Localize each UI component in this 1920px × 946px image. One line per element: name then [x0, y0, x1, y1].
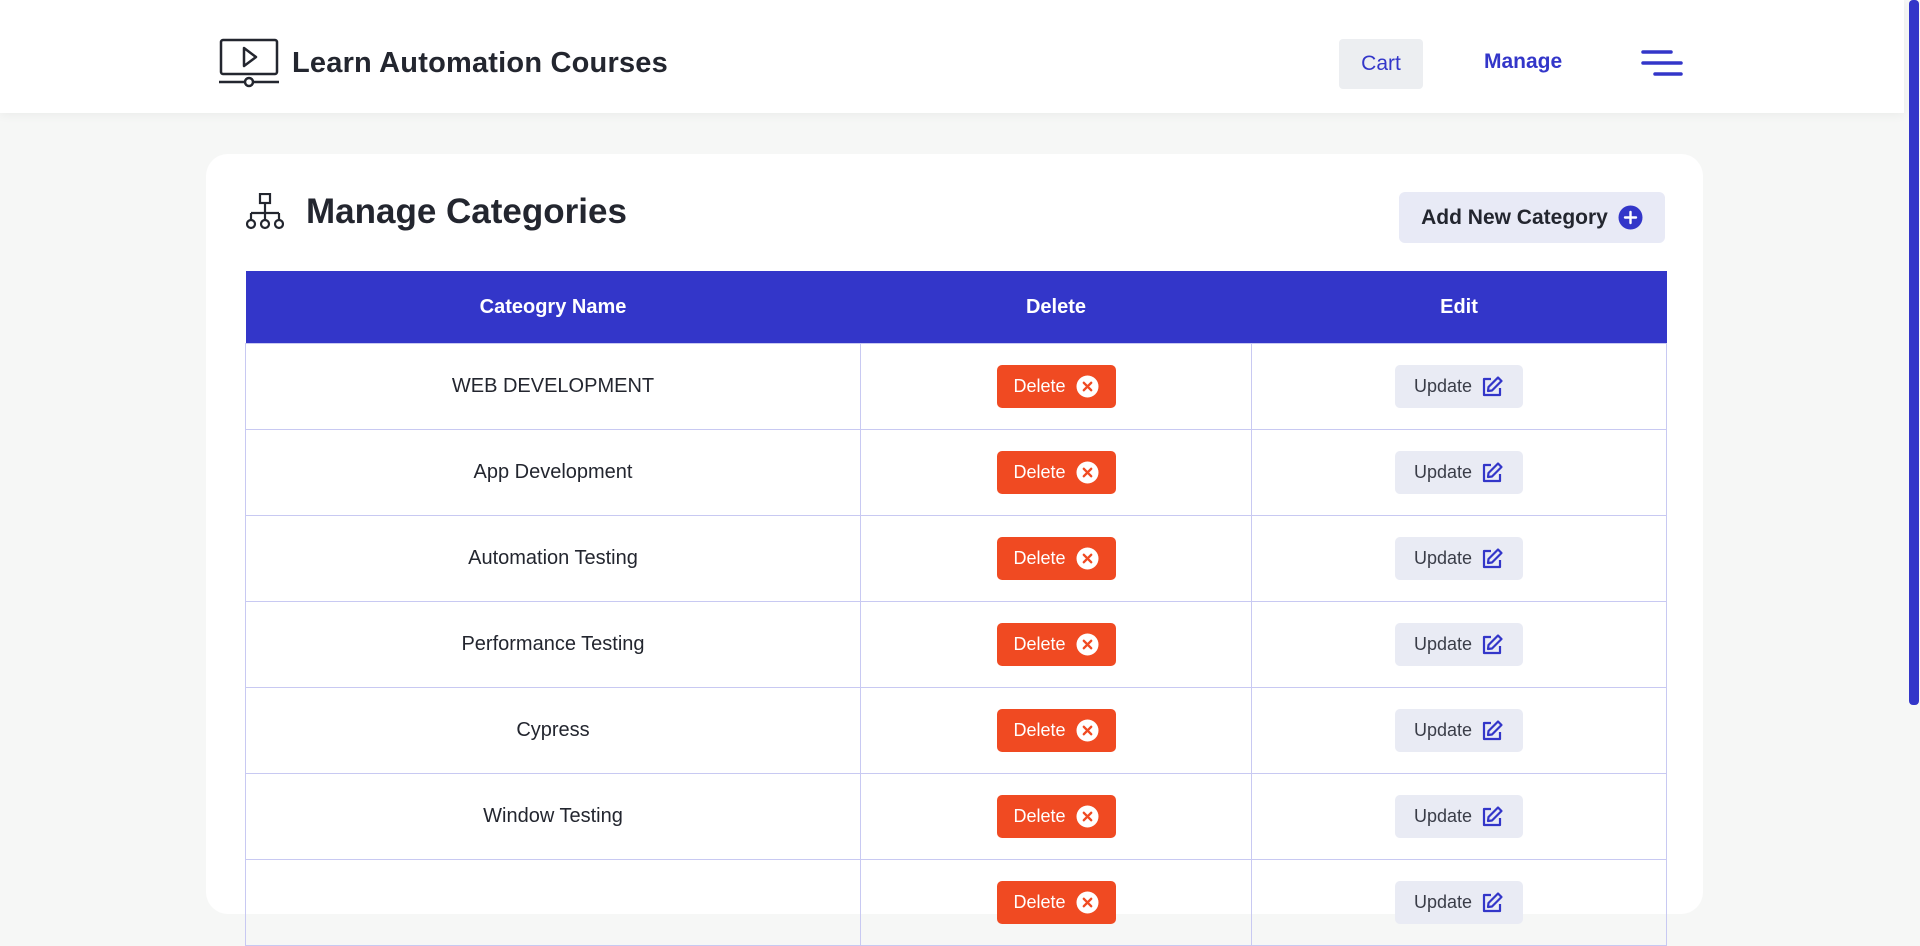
- sitemap-icon: [246, 193, 284, 230]
- column-header-category-name: Cateogry Name: [245, 271, 861, 344]
- delete-label: Delete: [1013, 806, 1066, 826]
- cart-button[interactable]: Cart: [1339, 39, 1423, 89]
- update-button[interactable]: Update: [1395, 451, 1523, 494]
- close-circle-icon: [1076, 805, 1099, 828]
- close-circle-icon: [1076, 633, 1099, 656]
- edit-icon: [1482, 547, 1503, 568]
- edit-cell: Update: [1251, 859, 1667, 946]
- delete-label: Delete: [1013, 548, 1066, 568]
- category-name-cell: Cypress: [245, 687, 861, 774]
- update-label: Update: [1413, 892, 1473, 912]
- delete-cell: Delete: [860, 773, 1252, 860]
- top-header: Learn Automation Courses Cart Manage: [0, 0, 1904, 113]
- close-circle-icon: [1076, 461, 1099, 484]
- delete-cell: Delete: [860, 515, 1252, 602]
- categories-table: Cateogry Name Delete Edit WEB DEVELOPMEN…: [245, 271, 1667, 946]
- category-name-cell: Performance Testing: [245, 601, 861, 688]
- table-row: Performance Testing Delete Update: [245, 601, 1667, 688]
- delete-cell: Delete: [860, 601, 1252, 688]
- edit-cell: Update: [1251, 515, 1667, 602]
- delete-label: Delete: [1013, 376, 1066, 396]
- scrollbar-thumb[interactable]: [1909, 0, 1919, 705]
- edit-cell: Update: [1251, 687, 1667, 774]
- table-row: App Development Delete Update: [245, 429, 1667, 516]
- delete-button[interactable]: Delete: [996, 537, 1116, 580]
- update-label: Update: [1413, 462, 1473, 482]
- brand[interactable]: Learn Automation Courses: [218, 38, 668, 88]
- manage-link[interactable]: Manage: [1484, 50, 1562, 74]
- edit-cell: Update: [1251, 601, 1667, 688]
- add-category-label: Add New Category: [1421, 205, 1608, 229]
- delete-button[interactable]: Delete: [996, 881, 1116, 924]
- table-header-row: Cateogry Name Delete Edit: [245, 271, 1667, 344]
- update-button[interactable]: Update: [1395, 881, 1523, 924]
- update-button[interactable]: Update: [1395, 709, 1523, 752]
- card-heading: Manage Categories: [246, 192, 627, 232]
- category-name-cell: Window Testing: [245, 773, 861, 860]
- category-name-cell: Automation Testing: [245, 515, 861, 602]
- close-circle-icon: [1076, 547, 1099, 570]
- delete-label: Delete: [1013, 634, 1066, 654]
- update-button[interactable]: Update: [1395, 623, 1523, 666]
- delete-label: Delete: [1013, 462, 1066, 482]
- edit-icon: [1482, 633, 1503, 654]
- edit-icon: [1482, 719, 1503, 740]
- update-button[interactable]: Update: [1395, 795, 1523, 838]
- delete-button[interactable]: Delete: [996, 709, 1116, 752]
- categories-card: Manage Categories Add New Category Cateo…: [206, 154, 1703, 946]
- plus-circle-icon: [1618, 205, 1643, 230]
- column-header-delete: Delete: [860, 271, 1252, 344]
- update-label: Update: [1413, 634, 1473, 654]
- edit-icon: [1482, 461, 1503, 482]
- delete-button[interactable]: Delete: [996, 451, 1116, 494]
- edit-icon: [1482, 805, 1503, 826]
- edit-cell: Update: [1251, 773, 1667, 860]
- update-label: Update: [1413, 806, 1473, 826]
- update-button[interactable]: Update: [1395, 365, 1523, 408]
- delete-cell: Delete: [860, 687, 1252, 774]
- delete-cell: Delete: [860, 343, 1252, 430]
- edit-icon: [1482, 375, 1503, 396]
- category-name-cell: [245, 859, 861, 946]
- table-row: Cypress Delete Update: [245, 687, 1667, 774]
- brand-title: Learn Automation Courses: [292, 46, 668, 79]
- page-title: Manage Categories: [306, 192, 627, 231]
- close-circle-icon: [1076, 719, 1099, 742]
- close-circle-icon: [1076, 891, 1099, 914]
- table-row: Delete Update: [245, 859, 1667, 946]
- close-circle-icon: [1076, 375, 1099, 398]
- update-label: Update: [1413, 376, 1473, 396]
- delete-button[interactable]: Delete: [996, 795, 1116, 838]
- column-header-edit: Edit: [1251, 271, 1667, 344]
- delete-label: Delete: [1013, 892, 1066, 912]
- video-player-icon: [219, 38, 279, 88]
- category-name-cell: WEB DEVELOPMENT: [245, 343, 861, 430]
- category-name-cell: App Development: [245, 429, 861, 516]
- update-label: Update: [1413, 548, 1473, 568]
- delete-button[interactable]: Delete: [996, 365, 1116, 408]
- table-row: WEB DEVELOPMENT Delete Update: [245, 343, 1667, 430]
- update-button[interactable]: Update: [1395, 537, 1523, 580]
- delete-cell: Delete: [860, 859, 1252, 946]
- add-category-button[interactable]: Add New Category: [1399, 192, 1665, 243]
- edit-icon: [1482, 891, 1503, 912]
- table-row: Automation Testing Delete Update: [245, 515, 1667, 602]
- delete-label: Delete: [1013, 720, 1066, 740]
- delete-cell: Delete: [860, 429, 1252, 516]
- edit-cell: Update: [1251, 429, 1667, 516]
- edit-cell: Update: [1251, 343, 1667, 430]
- table-row: Window Testing Delete Update: [245, 773, 1667, 860]
- delete-button[interactable]: Delete: [996, 623, 1116, 666]
- hamburger-menu-icon[interactable]: [1641, 48, 1683, 78]
- update-label: Update: [1413, 720, 1473, 740]
